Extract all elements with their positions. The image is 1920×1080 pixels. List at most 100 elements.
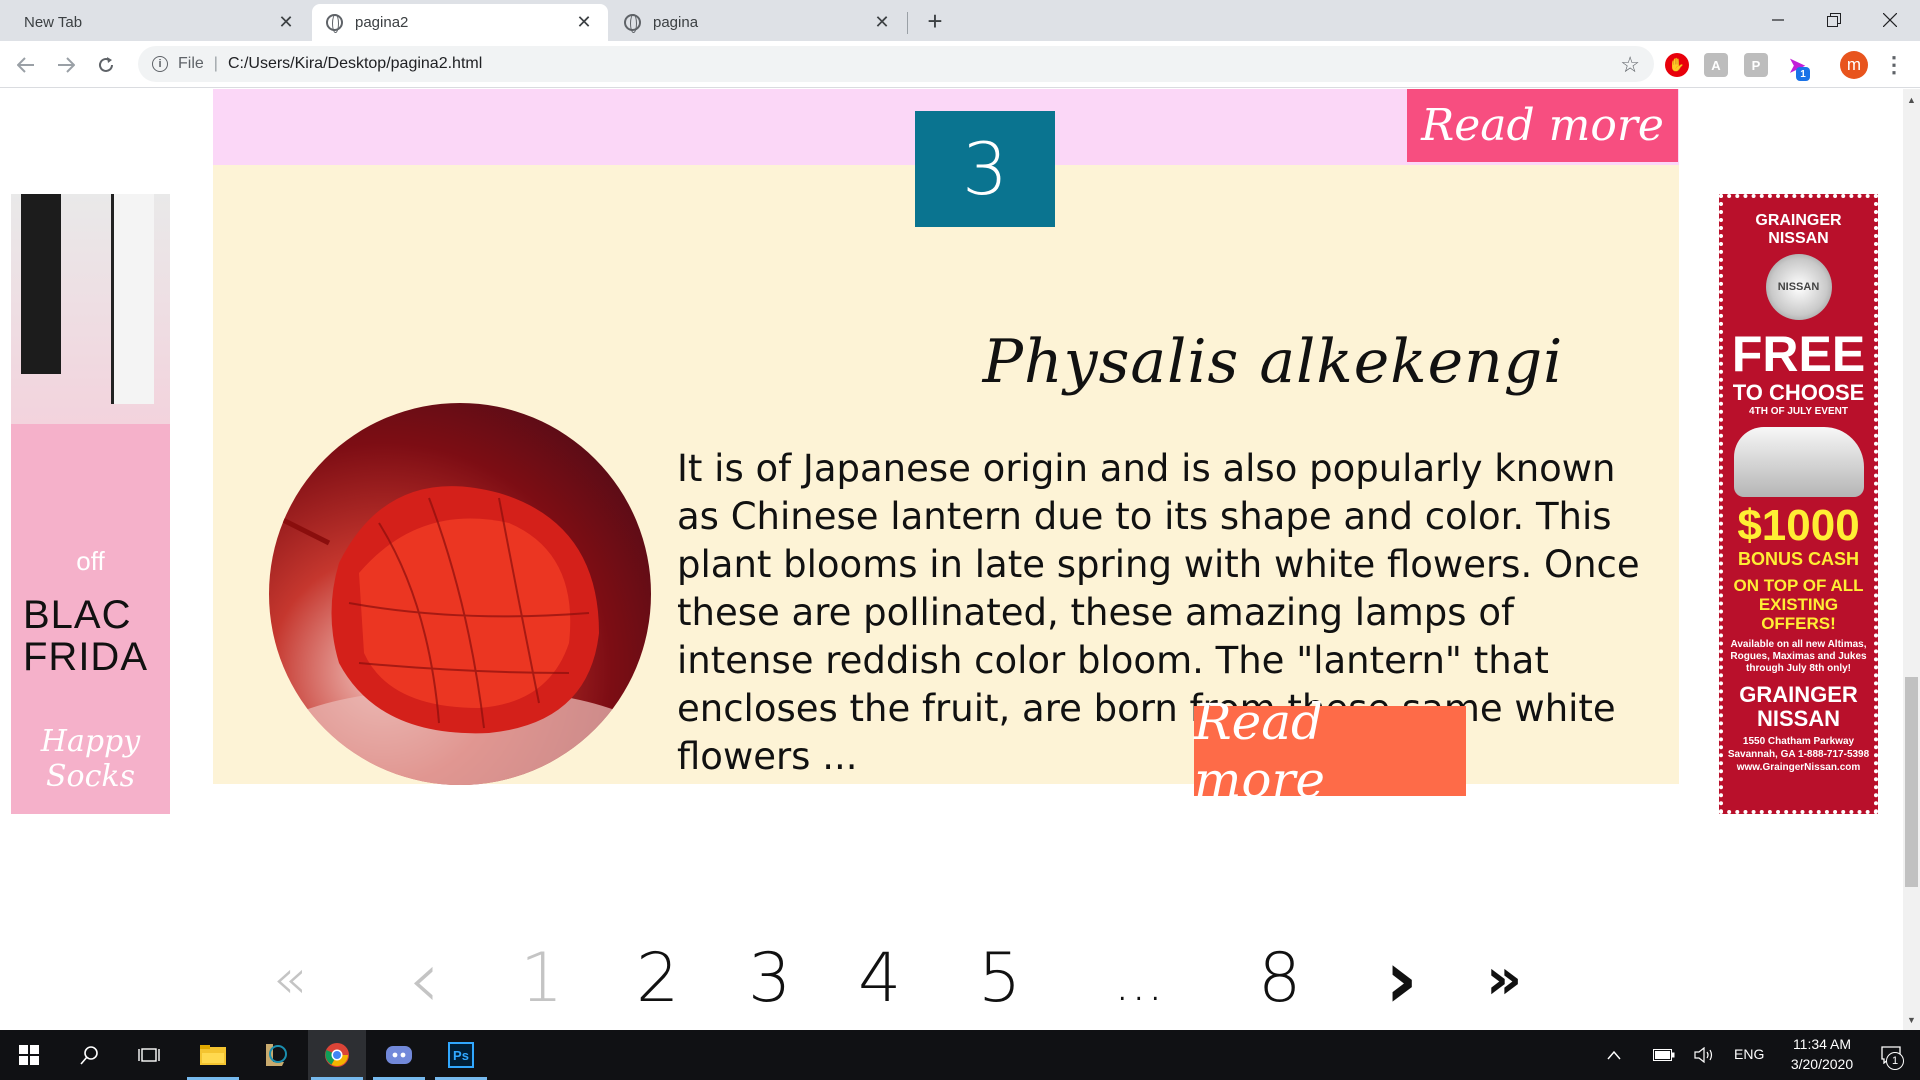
arrow-left-icon (17, 57, 34, 73)
volume-tray-icon[interactable] (1686, 1030, 1722, 1080)
language-indicator[interactable]: ENG (1734, 1046, 1764, 1062)
last-page-button[interactable]: » (1486, 947, 1522, 1012)
read-more-button[interactable]: Read more (1194, 693, 1466, 809)
battery-tray-icon[interactable] (1646, 1030, 1682, 1080)
battery-icon (1653, 1049, 1675, 1061)
task-view-button[interactable] (120, 1030, 178, 1080)
address-bar[interactable]: i File | C:/Users/Kira/Desktop/pagina2.h… (138, 46, 1654, 82)
address-scheme: File (178, 55, 204, 72)
show-hidden-icons[interactable] (1596, 1030, 1632, 1080)
tab-new-tab[interactable]: New Tab ✕ (10, 4, 310, 41)
photoshop-icon: Ps (448, 1042, 474, 1068)
ad-bonus: BONUS CASH (1737, 549, 1859, 569)
tab-pagina[interactable]: pagina ✕ (610, 4, 906, 41)
ad-dealer: GRAINGER NISSAN (1755, 212, 1842, 247)
arrow-right-icon (58, 57, 75, 73)
scrollbar[interactable]: ▲ ▼ (1903, 89, 1920, 1030)
nissan-logo: NISSAN (1765, 254, 1832, 320)
league-launcher-button[interactable] (246, 1030, 304, 1080)
ad-to-choose: TO CHOOSE (1732, 380, 1865, 405)
page-1-link[interactable]: 1 (520, 939, 563, 1018)
folder-icon (200, 1045, 226, 1065)
extension-badge: 1 (1796, 67, 1810, 81)
reload-button[interactable] (90, 49, 122, 81)
close-tab-icon[interactable]: ✕ (872, 12, 892, 33)
tab-pagina2[interactable]: pagina2 ✕ (312, 4, 608, 41)
page-2-link[interactable]: 2 (636, 939, 679, 1018)
windows-logo-icon (19, 1045, 39, 1065)
info-icon[interactable]: i (152, 56, 168, 72)
pagination-ellipsis: ... (1114, 953, 1164, 1013)
chrome-taskbar-button[interactable] (308, 1030, 366, 1080)
scrollbar-thumb[interactable] (1905, 677, 1918, 887)
pdf-extension-icon[interactable]: P (1744, 53, 1768, 77)
speaker-icon (1694, 1047, 1713, 1063)
league-icon (266, 1044, 287, 1066)
next-page-button[interactable]: › (1385, 933, 1418, 1026)
clock-date[interactable]: 3/20/2020 (1780, 1056, 1864, 1072)
search-button[interactable] (60, 1030, 118, 1080)
close-icon (1883, 13, 1897, 27)
prev-page-button[interactable]: ‹ (408, 933, 440, 1026)
card-description: It is of Japanese origin and is also pop… (677, 447, 1640, 778)
back-button[interactable] (10, 49, 42, 81)
new-tab-button[interactable]: + (920, 6, 950, 37)
clock-time[interactable]: 11:34 AM (1780, 1036, 1864, 1052)
extension-icon[interactable]: A (1704, 53, 1728, 77)
globe-icon (326, 14, 343, 33)
right-ad-banner[interactable]: GRAINGER NISSAN NISSAN FREE TO CHOOSE 4T… (1719, 194, 1878, 814)
address-divider: | (213, 55, 218, 72)
restore-button[interactable] (1804, 0, 1864, 40)
forward-button[interactable] (50, 49, 82, 81)
chrome-icon (325, 1043, 349, 1067)
close-window-button[interactable] (1860, 0, 1920, 40)
plant-card: Physalis alkekengi It is of Japanese ori… (213, 165, 1679, 785)
lantern-image (269, 486, 651, 785)
close-tab-icon[interactable]: ✕ (276, 12, 296, 33)
chevron-up-icon (1607, 1050, 1621, 1060)
ad-free: FREE (1731, 326, 1866, 382)
page-4-link[interactable]: 4 (858, 939, 901, 1018)
page-5-link[interactable]: 5 (978, 939, 1021, 1018)
page-viewport: Read more Physalis alkekengi It is of Ja… (0, 89, 1920, 1030)
tab-title: pagina2 (355, 14, 409, 31)
card-number-badge: 3 (915, 111, 1055, 227)
ad-cash: $1000 (1737, 501, 1860, 550)
notification-count: 1 (1886, 1052, 1904, 1070)
bookmark-star-icon[interactable]: ☆ (1620, 52, 1640, 78)
start-button[interactable] (0, 1030, 58, 1080)
photoshop-button[interactable]: Ps (432, 1030, 490, 1080)
minimize-button[interactable] (1748, 0, 1808, 40)
adblock-icon[interactable]: ✋ (1665, 53, 1689, 77)
address-path: C:/Users/Kira/Desktop/pagina2.html (227, 55, 483, 72)
tab-title: pagina (653, 14, 699, 31)
globe-icon (624, 14, 641, 33)
ad-on-top: ON TOP OF ALL EXISTING OFFERS! (1733, 576, 1864, 633)
ad-legs-image (11, 194, 170, 424)
task-view-icon (138, 1048, 160, 1062)
browser-toolbar: i File | C:/Users/Kira/Desktop/pagina2.h… (0, 41, 1920, 88)
page-3-link[interactable]: 3 (748, 939, 791, 1018)
restore-icon (1827, 13, 1841, 27)
minimize-icon (1772, 19, 1784, 21)
ad-headline-line-2: FRIDA (23, 635, 148, 679)
ad-fine-print: Available on all new Altimas, Rogues, Ma… (1730, 639, 1867, 674)
tab-separator (907, 12, 908, 34)
file-explorer-button[interactable] (184, 1030, 242, 1080)
scroll-up-icon[interactable]: ▲ (1903, 91, 1920, 108)
profile-avatar[interactable]: m (1840, 51, 1868, 79)
ad-off-text: off (76, 546, 105, 576)
card-title: Physalis alkekengi (982, 327, 1564, 397)
close-tab-icon[interactable]: ✕ (574, 12, 594, 33)
search-icon (80, 1046, 98, 1065)
left-ad-banner[interactable]: off BLAC FRIDA Happy Socks (11, 194, 170, 814)
menu-kebab-icon[interactable]: ⋮ (1882, 52, 1906, 77)
scroll-down-icon[interactable]: ▼ (1903, 1011, 1920, 1028)
first-page-button[interactable]: « (272, 947, 306, 1012)
ad-brand: Happy Socks (40, 724, 141, 794)
previous-read-more-button[interactable]: Read more (1407, 89, 1678, 162)
discord-button[interactable] (370, 1030, 428, 1080)
plant-photo (269, 403, 651, 785)
page-8-link[interactable]: 8 (1258, 939, 1301, 1018)
tab-strip: New Tab ✕ pagina2 ✕ pagina ✕ + (0, 0, 1920, 41)
